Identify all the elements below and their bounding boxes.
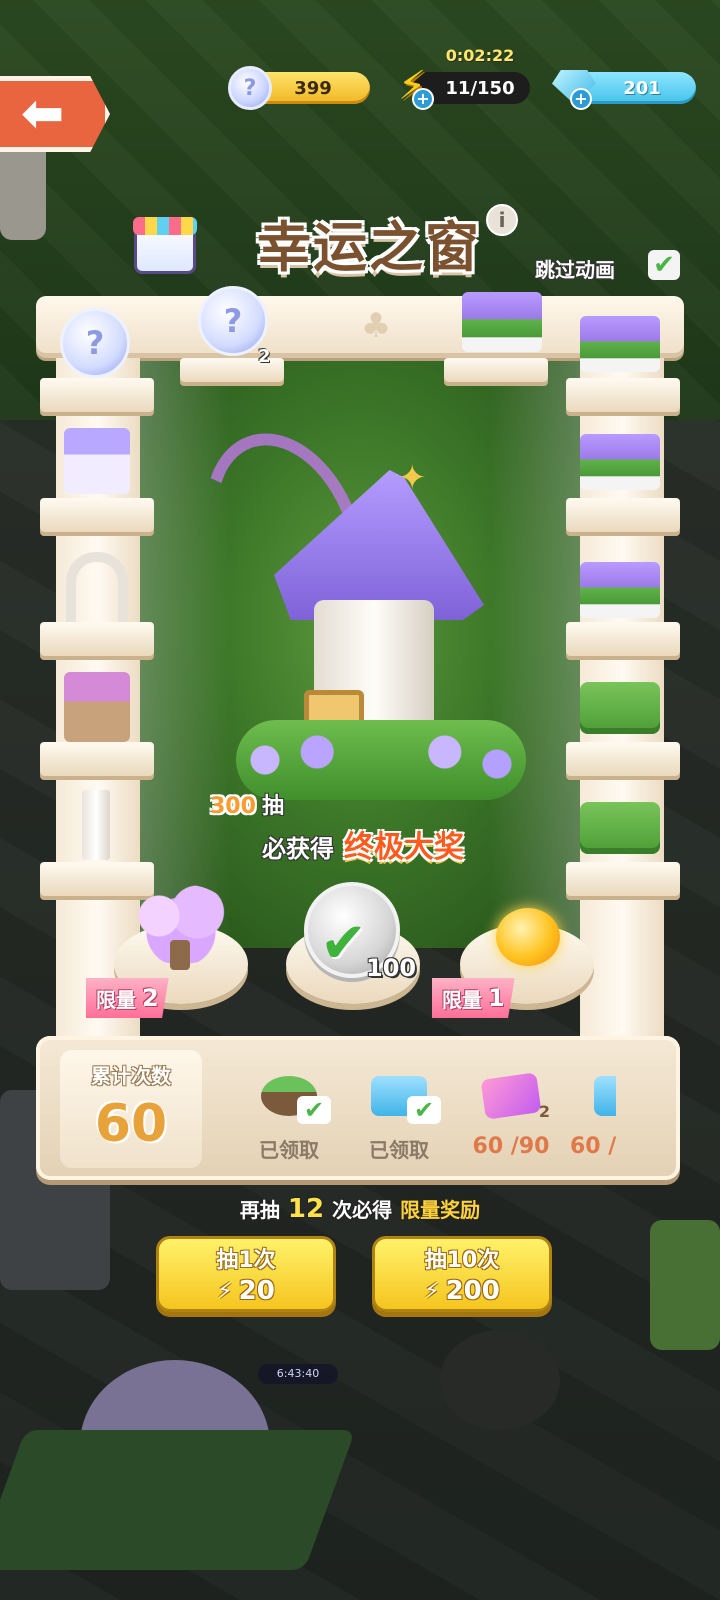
draw-token-quantity: 2 (258, 346, 271, 367)
tower-star-icon: ✦ (398, 458, 427, 498)
milestone-reward-2[interactable]: ✔ 已领取 (354, 1076, 444, 1163)
more-prefix: 再抽 (239, 1198, 280, 1222)
shelf (566, 742, 680, 776)
shelf (40, 378, 154, 412)
shelf (566, 378, 680, 412)
nest-reward-icon: ✔ (261, 1076, 331, 1124)
back-button[interactable]: ⬅ (0, 76, 110, 152)
draw-ten-cost: ⚡ 200 (424, 1276, 500, 1306)
center-prize-quantity: 100 (366, 954, 417, 982)
hedge-prize (580, 802, 660, 854)
shelf (40, 622, 154, 656)
add-energy-button[interactable]: + (412, 88, 434, 110)
wishing-well-prize (64, 672, 130, 742)
grand-prize-draw-unit: 抽 (261, 794, 284, 819)
shelf (40, 862, 154, 896)
draw-token-icon: ? (228, 66, 272, 110)
limited-reward-label: 限量奖励 (400, 1198, 481, 1222)
draw-token-prize: ? (60, 308, 130, 378)
back-arrow-icon: ⬅ (20, 84, 65, 144)
claimed-check-icon: ✔ (320, 911, 367, 976)
shelf (566, 862, 680, 896)
stone-column-prize (82, 790, 110, 860)
reward-progress: 60 /90 (472, 1134, 550, 1159)
page-title: 幸运之窗 (257, 215, 481, 279)
draw-once-button[interactable]: 抽1次 ⚡ 20 (156, 1236, 336, 1312)
draw-ten-button[interactable]: 抽10次 ⚡ 200 (372, 1236, 552, 1312)
milestone-reward-4[interactable]: 60 / (570, 1076, 616, 1159)
blossom-tree-trunk (170, 940, 190, 970)
golden-orb-prize (496, 908, 560, 966)
wizard-hut-prize (64, 428, 130, 494)
lavender-planter-prize (580, 562, 660, 618)
claimed-check-icon: ✔ (297, 1096, 331, 1124)
shop-icon[interactable] (133, 217, 197, 274)
reward-quantity: 2 (538, 1102, 550, 1121)
reward-progress: 60 / (570, 1134, 616, 1159)
world-timer: 6:43:40 (258, 1364, 338, 1384)
milestone-reward-1[interactable]: ✔ 已领取 (244, 1076, 334, 1163)
reward-status: 已领取 (369, 1138, 429, 1162)
clover-ornament-icon: ♣ (360, 306, 392, 346)
shelf (40, 498, 154, 532)
shelf (566, 498, 680, 532)
grand-prize-name: 终极大奖 (344, 830, 464, 865)
shelf (566, 622, 680, 656)
grand-prize-draws: 300 抽 (210, 788, 284, 820)
shelf (40, 742, 154, 776)
limit-value: 1 (488, 984, 505, 1012)
coin-amount: 399 (294, 77, 332, 99)
cumulative-count-label: 累计次数 (91, 1064, 171, 1088)
draw-once-cost-value: 20 (238, 1276, 275, 1306)
milestone-reward-3[interactable]: 2 60 /90 (466, 1072, 556, 1159)
info-icon[interactable]: i (486, 204, 518, 236)
skip-animation-checkbox[interactable]: ✔ (648, 250, 680, 280)
video-ticket-reward-icon (480, 1072, 542, 1120)
guarantee-text: 必获得 (262, 835, 334, 863)
ticket-reward-icon (594, 1076, 616, 1116)
limit-label: 限量 (96, 987, 136, 1012)
energy-refill-timer: 0:02:22 (445, 46, 515, 65)
add-gems-button[interactable]: + (570, 88, 592, 110)
energy-bolt-icon: ⚡ (217, 1278, 233, 1304)
ticket-reward-icon: ✔ (371, 1076, 441, 1124)
stone-arch-prize (66, 552, 128, 622)
claimed-check-icon: ✔ (407, 1096, 441, 1124)
draw-ten-label: 抽10次 (424, 1248, 500, 1273)
draw-once-cost: ⚡ 20 (217, 1276, 275, 1306)
draw-once-label: 抽1次 (216, 1248, 276, 1273)
energy-bolt-icon: ⚡ (424, 1278, 440, 1304)
more-mid: 次必得 (332, 1198, 393, 1222)
draws-until-limited-reward: 再抽 12 次必得 限量奖励 (0, 1194, 720, 1224)
draws-remaining: 12 (287, 1194, 325, 1224)
gem-amount: 201 (623, 77, 661, 99)
reward-status: 已领取 (259, 1138, 319, 1162)
grand-prize-guarantee: 必获得 终极大奖 (262, 822, 464, 866)
lavender-planter-prize (462, 292, 542, 352)
limit-label: 限量 (442, 987, 482, 1012)
draw-ten-cost-value: 200 (445, 1276, 500, 1306)
lavender-planter-prize (580, 316, 660, 372)
hedge-prize (580, 682, 660, 734)
cumulative-count-value: 60 (94, 1094, 168, 1154)
energy-amount: 11/150 (445, 77, 515, 99)
limit-value: 2 (142, 984, 159, 1012)
shelf (444, 358, 548, 382)
limit-tag-left: 限量 2 (86, 978, 169, 1018)
grand-prize-draw-count: 300 (210, 794, 256, 819)
limit-tag-right: 限量 1 (432, 978, 515, 1018)
lavender-planter-prize (580, 434, 660, 490)
skip-animation-label[interactable]: 跳过动画 (535, 254, 615, 283)
